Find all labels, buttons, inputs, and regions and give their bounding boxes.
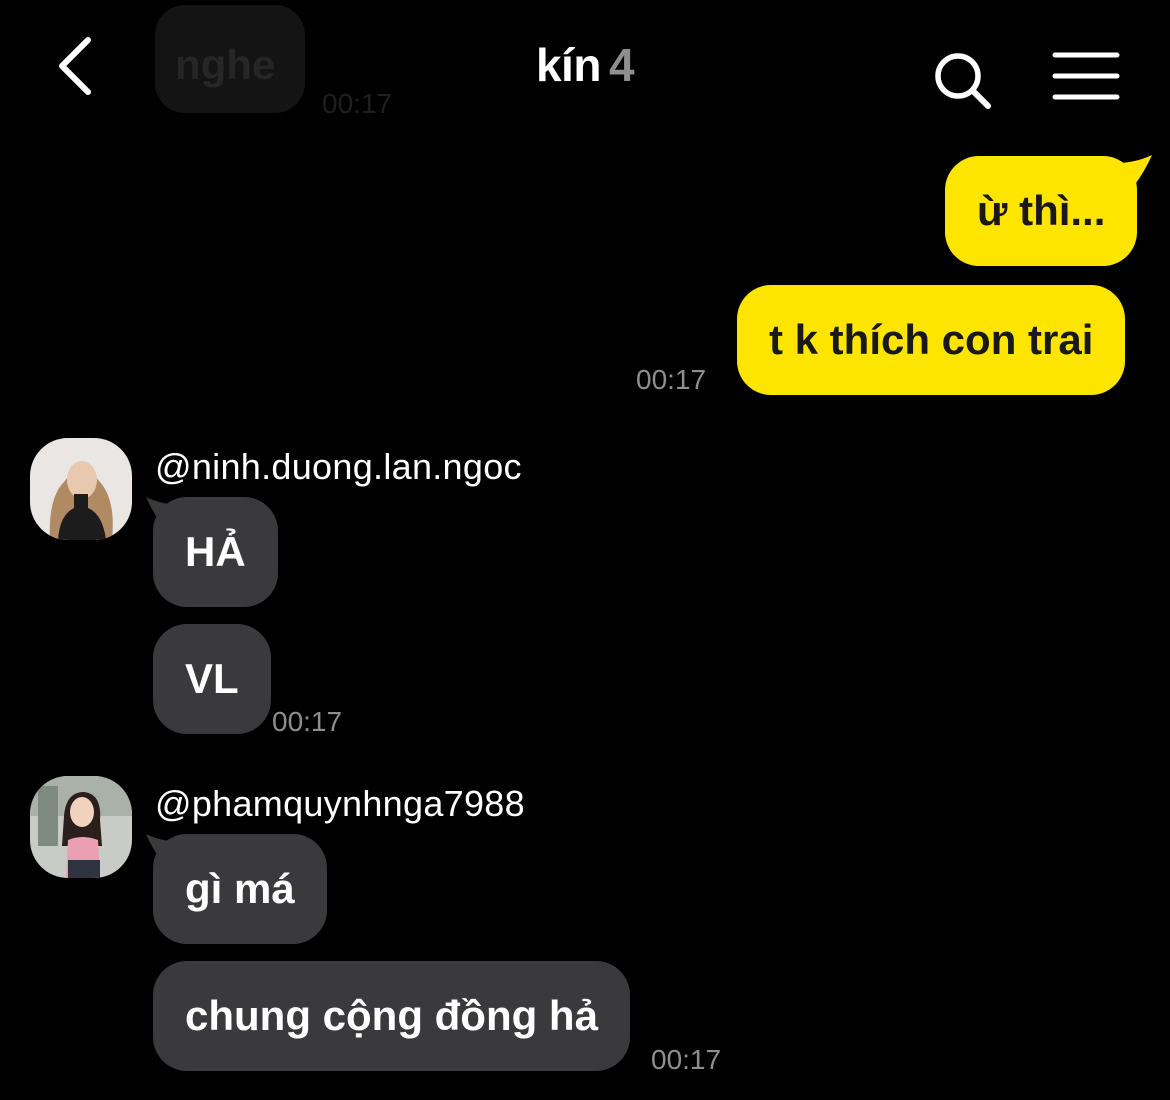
message-bubble[interactable]: chung cộng đồng hả [153,961,630,1071]
message-time: 00:17 [272,706,343,737]
avatar-photo [30,776,132,878]
avatar[interactable] [30,776,132,878]
message-text: chung cộng đồng hả [185,992,598,1039]
message-bubble[interactable]: HẢ [153,497,278,607]
my-message-bubble[interactable]: t k thích con trai [737,285,1126,395]
sender-name: @phamquynhnga7988 [155,783,525,824]
search-button[interactable] [930,48,996,114]
message-text: gì má [185,865,295,912]
previous-message-time: 00:17 [322,88,393,119]
message-text: HẢ [185,528,246,575]
hamburger-menu-icon [1052,52,1120,100]
avatar[interactable] [30,438,132,540]
message-time: 00:17 [651,1044,722,1075]
member-count: 4 [608,39,635,91]
my-message-bubble[interactable]: ừ thì... [945,156,1138,266]
message-time: 00:17 [636,364,707,395]
message-bubble[interactable]: VL [153,624,271,734]
message-text: t k thích con trai [769,316,1094,363]
message-text: VL [185,655,239,702]
avatar-photo [30,438,132,540]
message-text: ừ thì... [977,187,1106,234]
menu-button[interactable] [1052,50,1120,102]
room-name: kín [535,39,601,91]
message-bubble[interactable]: gì má [153,834,327,944]
sender-name: @ninh.duong.lan.ngoc [155,446,522,487]
search-icon [935,53,991,109]
chat-screen: nghe 00:17 kín 4 ừ thì... t k thích con t… [0,0,1170,1100]
